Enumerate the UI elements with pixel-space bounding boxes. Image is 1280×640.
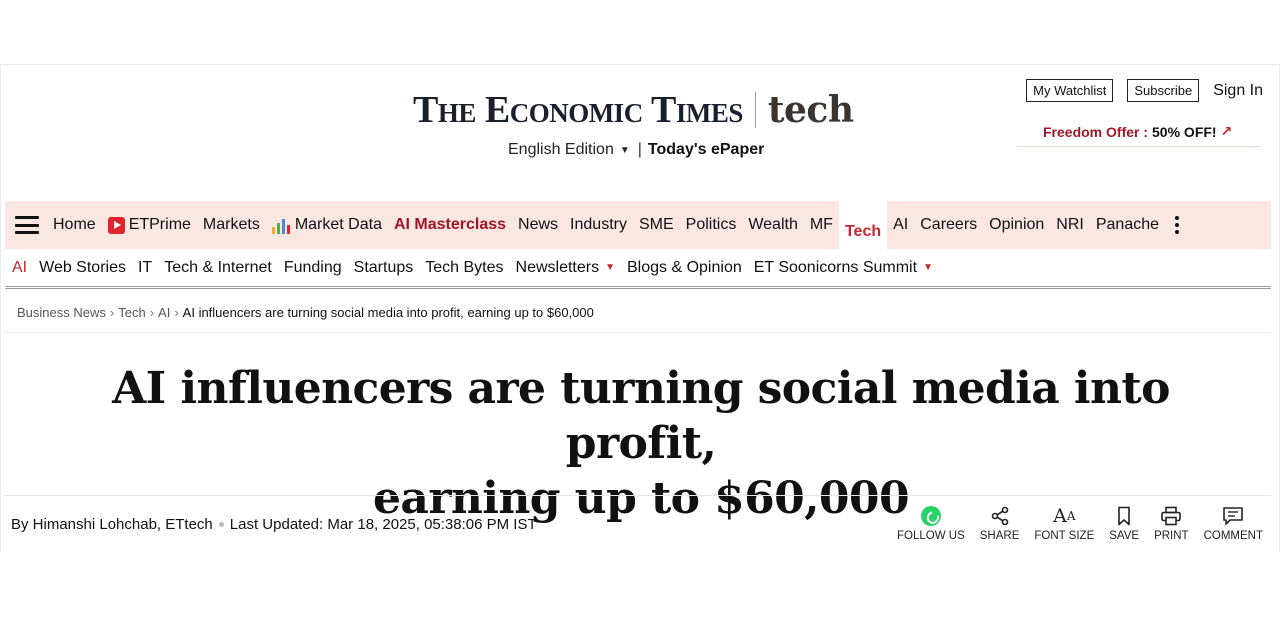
- share-button[interactable]: SHARE: [979, 504, 1020, 542]
- main-nav: Home ETPrime Markets Market Data AI Mast…: [5, 201, 1271, 249]
- font-size-label: FONT SIZE: [1034, 530, 1095, 542]
- subnav-item-tech-internet[interactable]: Tech & Internet: [164, 259, 272, 277]
- print-button[interactable]: PRINT: [1154, 504, 1189, 542]
- comment-label: COMMENT: [1203, 530, 1263, 542]
- logo-divider: [754, 92, 756, 128]
- caret-down-icon: ▼: [923, 262, 933, 273]
- etprime-play-icon: [107, 216, 125, 234]
- nav-item-mf[interactable]: MF: [810, 201, 833, 249]
- save-label: SAVE: [1109, 530, 1140, 542]
- breadcrumb-separator: ›: [109, 305, 115, 320]
- author[interactable]: By Himanshi Lohchab, ETtech: [11, 516, 213, 533]
- subnav-item-it[interactable]: IT: [138, 259, 152, 277]
- nav-item-wealth[interactable]: Wealth: [748, 201, 798, 249]
- site-logo[interactable]: The Economic Times tech: [413, 91, 854, 129]
- nav-item-home[interactable]: Home: [53, 201, 96, 249]
- subnav-item-startups[interactable]: Startups: [354, 259, 414, 277]
- subnav-item-soonicorns[interactable]: ET Soonicorns Summit ▼: [754, 259, 933, 277]
- subnav-item-tech-bytes[interactable]: Tech Bytes: [425, 259, 503, 277]
- sub-nav: AI Web Stories IT Tech & Internet Fundin…: [5, 249, 1271, 289]
- share-label: SHARE: [979, 530, 1020, 542]
- nav-item-politics[interactable]: Politics: [686, 201, 737, 249]
- caret-down-icon[interactable]: ▼: [620, 145, 630, 156]
- breadcrumb-item[interactable]: Business News: [17, 305, 106, 320]
- print-label: PRINT: [1154, 530, 1189, 542]
- nav-item-sme[interactable]: SME: [639, 201, 674, 249]
- subnav-item-soonicorns-label: ET Soonicorns Summit: [753, 258, 918, 276]
- more-menu-icon[interactable]: [1175, 216, 1180, 234]
- bar-chart-icon: [271, 216, 292, 234]
- subnav-item-blogs-opinion[interactable]: Blogs & Opinion: [627, 259, 742, 277]
- nav-item-market-data-label: Market Data: [294, 216, 382, 233]
- sign-in-link[interactable]: Sign In: [1213, 82, 1263, 100]
- font-size-button[interactable]: AA FONT SIZE: [1034, 504, 1094, 542]
- page-frame: The Economic Times tech English Edition …: [0, 64, 1280, 552]
- follow-us-label: FOLLOW US: [897, 530, 965, 542]
- nav-item-markets[interactable]: Markets: [203, 201, 260, 249]
- breadcrumb-item[interactable]: Tech: [118, 305, 145, 320]
- logo-section: tech: [767, 89, 854, 131]
- printer-icon: [1160, 504, 1182, 528]
- bookmark-icon: [1117, 504, 1131, 528]
- breadcrumb-item[interactable]: AI: [158, 305, 170, 320]
- nav-item-market-data[interactable]: Market Data: [271, 201, 382, 249]
- byline-bar: By Himanshi Lohchab, ETtech Last Updated…: [5, 495, 1271, 551]
- nav-item-ai-masterclass[interactable]: AI Masterclass: [394, 201, 506, 249]
- nav-item-etprime[interactable]: ETPrime: [107, 201, 191, 249]
- edition-separator: |: [637, 141, 642, 158]
- nav-item-opinion[interactable]: Opinion: [989, 201, 1044, 249]
- breadcrumb-separator: ›: [149, 305, 155, 320]
- follow-us-button[interactable]: FOLLOW US: [897, 504, 965, 542]
- nav-item-news[interactable]: News: [518, 201, 558, 249]
- nav-item-industry[interactable]: Industry: [570, 201, 627, 249]
- share-icon: [990, 504, 1010, 528]
- breadcrumb-current: AI influencers are turning social media …: [182, 305, 594, 320]
- nav-item-ai[interactable]: AI: [893, 201, 908, 249]
- account-actions: My Watchlist Subscribe Sign In: [1026, 79, 1263, 102]
- subnav-item-ai[interactable]: AI: [12, 259, 27, 277]
- nav-item-panache[interactable]: Panache: [1096, 201, 1159, 249]
- epaper-link[interactable]: Today's ePaper: [648, 141, 764, 159]
- whatsapp-icon: [920, 506, 941, 526]
- subnav-item-web-stories[interactable]: Web Stories: [39, 259, 126, 277]
- subscribe-button[interactable]: Subscribe: [1127, 79, 1200, 102]
- subnav-item-newsletters-label: Newsletters: [515, 258, 600, 276]
- watchlist-button[interactable]: My Watchlist: [1026, 79, 1114, 102]
- nav-item-etprime-label: ETPrime: [128, 216, 191, 233]
- save-button[interactable]: SAVE: [1109, 504, 1139, 542]
- byline: By Himanshi Lohchab, ETtech Last Updated…: [11, 516, 537, 533]
- freedom-offer-banner[interactable]: Freedom Offer : 50% OFF! ↗: [1017, 117, 1261, 147]
- offer-label: Freedom Offer :: [1043, 123, 1149, 140]
- article-actions: FOLLOW US SHARE AA FONT SIZE SAVE PRINT …: [897, 504, 1263, 542]
- comment-icon: [1222, 504, 1244, 528]
- breadcrumb: Business News › Tech › AI › AI influence…: [5, 293, 1271, 333]
- subnav-item-funding[interactable]: Funding: [284, 259, 342, 277]
- offer-discount: 50% OFF!: [1152, 123, 1217, 140]
- last-updated: Last Updated: Mar 18, 2025, 05:38:06 PM …: [229, 516, 537, 533]
- hamburger-menu-icon[interactable]: [15, 216, 39, 234]
- headline-line-1: AI influencers are turning social media …: [112, 363, 1170, 469]
- nav-item-careers[interactable]: Careers: [920, 201, 977, 249]
- comment-button[interactable]: COMMENT: [1204, 504, 1263, 542]
- font-size-icon: AA: [1053, 504, 1076, 527]
- caret-down-icon: ▼: [605, 262, 615, 273]
- byline-dot: [218, 522, 224, 527]
- logo-wordmark: The Economic Times: [413, 89, 743, 131]
- breadcrumb-separator: ›: [174, 305, 179, 320]
- nav-item-nri[interactable]: NRI: [1056, 201, 1084, 249]
- masthead: The Economic Times tech English Edition …: [1, 65, 1280, 199]
- edition-selector[interactable]: English Edition: [508, 141, 614, 159]
- edition-bar: English Edition ▼ | Today's ePaper: [508, 141, 764, 159]
- nav-item-tech[interactable]: Tech: [838, 201, 888, 249]
- subnav-item-newsletters[interactable]: Newsletters ▼: [516, 259, 615, 277]
- arrow-up-right-icon: ↗: [1220, 123, 1233, 139]
